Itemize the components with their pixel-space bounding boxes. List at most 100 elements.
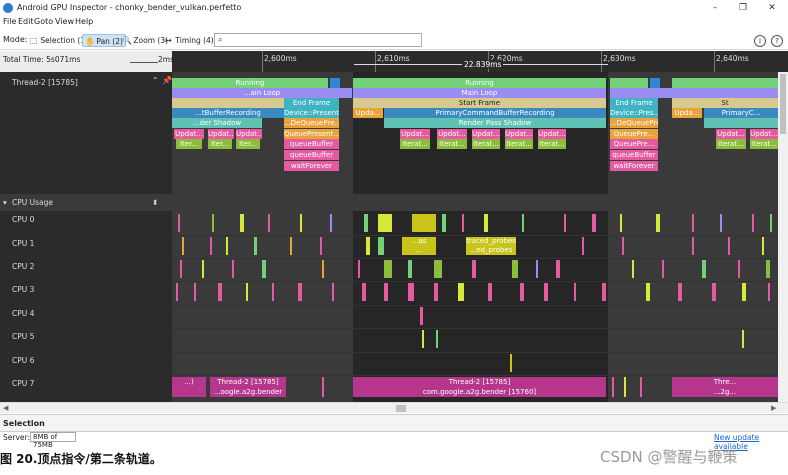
slice-queue-buffer[interactable]: queueBuffer	[610, 150, 658, 160]
cpu-slice[interactable]	[520, 283, 524, 301]
slice-wait-forever[interactable]: waitForever	[610, 161, 658, 171]
cpu-slice[interactable]	[770, 214, 772, 232]
slice-render-pass-shadow[interactable]: Render Pass Shadow	[384, 118, 606, 128]
cpu-slice[interactable]	[620, 214, 622, 232]
slice-queue-buffer[interactable]: QueuePre...	[610, 139, 658, 149]
cpu-slice-labeled[interactable]: ...as ...	[402, 237, 436, 255]
cpu-slice[interactable]	[384, 260, 392, 278]
close-button[interactable]: ✕	[763, 2, 781, 14]
cpu-slice[interactable]	[738, 260, 740, 278]
slice-iterate[interactable]: Iter...	[176, 139, 202, 149]
cpu-slice[interactable]	[484, 214, 488, 232]
cpu-slice[interactable]	[320, 237, 322, 255]
slice-iterate[interactable]: Iterat...	[400, 139, 430, 149]
vertical-scroll-thumb[interactable]	[780, 74, 786, 134]
cpu-slice[interactable]	[662, 260, 664, 278]
thread-slice-running[interactable]	[672, 78, 778, 88]
menu-view[interactable]: View	[55, 17, 74, 26]
cpu-slice[interactable]	[632, 260, 634, 278]
cpu-slice[interactable]	[488, 283, 492, 301]
slice-update[interactable]: Updat...	[236, 129, 262, 139]
cpu-slice[interactable]	[510, 354, 512, 372]
slice-update[interactable]: Upda...	[353, 108, 383, 118]
slice-queue-present-2[interactable]: queueBuffer	[284, 139, 339, 149]
info-button[interactable]: i	[754, 35, 766, 47]
cpu-slice[interactable]	[742, 330, 744, 348]
cpu-slice[interactable]	[240, 214, 244, 232]
cpu-slice[interactable]	[420, 307, 423, 325]
slice-frame[interactable]	[172, 98, 284, 108]
cpu-slice[interactable]	[384, 283, 388, 301]
cpu-slice[interactable]	[592, 214, 596, 232]
cpu-slice[interactable]	[254, 237, 257, 255]
cpu-slice[interactable]	[752, 214, 754, 232]
cpu-slice[interactable]	[720, 214, 722, 232]
cpu-slice[interactable]	[766, 260, 770, 278]
cpu-slice[interactable]	[442, 214, 446, 232]
cpu-slice[interactable]	[178, 214, 180, 232]
cpu-slice[interactable]	[622, 237, 624, 255]
slice-queue-present[interactable]: QueuePre...	[610, 129, 658, 139]
cpu-slice[interactable]	[226, 237, 228, 255]
cpu-slice[interactable]	[612, 377, 614, 397]
horizontal-scroll-thumb[interactable]	[396, 405, 406, 412]
cpu-slice[interactable]	[462, 214, 464, 232]
cpu-slice[interactable]	[366, 237, 370, 255]
thread-slice-running[interactable]: Running	[172, 78, 328, 88]
slice-update[interactable]: Updat...	[437, 129, 467, 139]
slice-update[interactable]: Updat...	[750, 129, 778, 139]
cpu-slice[interactable]	[556, 260, 560, 278]
menu-file[interactable]: File	[3, 17, 16, 26]
cpu-slice[interactable]	[180, 260, 182, 278]
cpu-slice[interactable]	[656, 214, 660, 232]
cpu-slice[interactable]	[512, 260, 518, 278]
cpu-slice[interactable]	[300, 214, 302, 232]
cpu-slice[interactable]	[212, 214, 214, 232]
cpu-slice-thread[interactable]: Thread-2 [15785] ...oogle.a2g.bender	[210, 377, 286, 397]
slice-iterate[interactable]: Iterat...	[505, 139, 533, 149]
cpu-slice[interactable]	[564, 214, 566, 232]
cpu-slice[interactable]	[182, 237, 184, 255]
slice-main-loop[interactable]	[610, 88, 778, 98]
slice-dequeue[interactable]: ...DeQueuePre...	[284, 118, 339, 128]
cpu-slice[interactable]	[436, 330, 438, 348]
slice-queue-buffer[interactable]: queueBuffer	[284, 150, 339, 160]
menu-edit[interactable]: Edit	[18, 17, 34, 26]
selection-panel[interactable]: Selection	[0, 414, 788, 432]
trace-track-area[interactable]: Running Running ...ain Loop Main Loop En…	[172, 72, 778, 402]
cpu-slice[interactable]	[322, 377, 324, 397]
slice-primary-recording[interactable]: PrimaryC...	[704, 108, 778, 118]
slice-iterate[interactable]: Iter...	[208, 139, 232, 149]
cpu-slice[interactable]	[330, 214, 332, 232]
cpu-slice[interactable]	[218, 283, 222, 301]
slice-render-pass-shadow[interactable]	[704, 118, 778, 128]
sort-icon[interactable]: ⬍	[152, 198, 158, 207]
slice-update[interactable]: Updat...	[538, 129, 566, 139]
cpu-slice[interactable]	[712, 283, 716, 301]
cpu-slice[interactable]	[408, 260, 412, 278]
slice-main-loop[interactable]: ...ain Loop	[172, 88, 352, 98]
collapse-icon[interactable]: ▾	[3, 198, 7, 207]
cpu-slice-traced-probes[interactable]: traced_probes ...ed_probes	[466, 237, 516, 255]
cpu-slice[interactable]	[422, 330, 424, 348]
slice-update[interactable]: Updat...	[472, 129, 500, 139]
cpu-slice[interactable]	[194, 283, 196, 301]
cpu-slice-thread[interactable]: Thread-2 [15785] com.google.a2g.bender […	[353, 377, 606, 397]
slice-iterate[interactable]: Iterat...	[716, 139, 746, 149]
slice-iterate[interactable]: Iterat...	[437, 139, 467, 149]
thread-slice-running[interactable]	[610, 78, 648, 88]
slice-primary-recording[interactable]: PrimaryCommandBufferRecording	[384, 108, 606, 118]
cpu-slice[interactable]	[692, 214, 694, 232]
cpu-slice[interactable]	[602, 283, 606, 301]
slice-end-frame[interactable]: End Frame	[610, 98, 658, 108]
expand-icon[interactable]: ⌃	[152, 76, 159, 85]
cpu-slice[interactable]	[692, 237, 694, 255]
help-button[interactable]: ?	[771, 35, 783, 47]
cpu-slice[interactable]	[536, 260, 538, 278]
cpu-slice[interactable]	[272, 283, 274, 301]
slice-buffer-recording[interactable]: ...tBufferRecording	[172, 108, 284, 118]
horizontal-scrollbar[interactable]: ◀ ▶	[0, 402, 788, 413]
pin-icon[interactable]: 📌	[162, 76, 172, 85]
slice-update[interactable]: Updat...	[716, 129, 746, 139]
cpu-slice[interactable]	[434, 260, 442, 278]
